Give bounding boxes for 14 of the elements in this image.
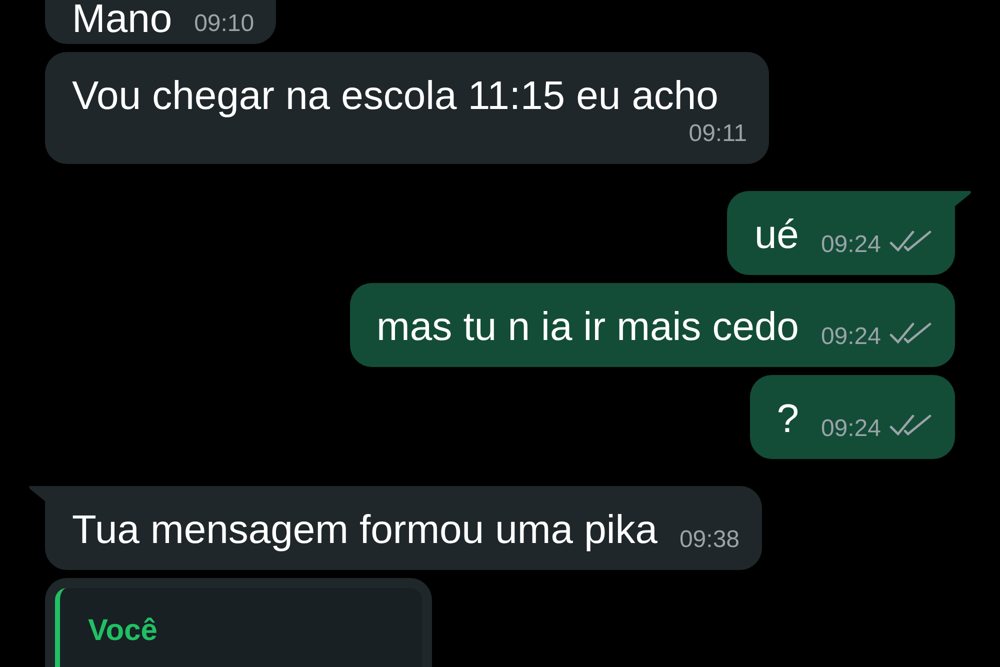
message-text: ? [776,396,799,443]
message-text: ué [754,212,799,259]
message-text: Tua mensagem formou uma pika [72,507,658,554]
message-time: 09:10 [194,10,254,38]
message-time: 09:38 [679,526,740,554]
message-text: Mano [72,0,172,38]
message-text: mas tu n ia ir mais cedo [376,304,799,351]
message-time: 09:24 [820,231,881,259]
quoted-message[interactable]: Você [55,588,422,667]
message-time: 09:24 [820,323,881,351]
message-time: 09:11 [688,120,747,148]
message-text: Vou chegar na escola 11:15 eu acho [72,73,718,120]
quoted-author: Você [88,614,158,647]
message-time: 09:24 [820,415,881,443]
